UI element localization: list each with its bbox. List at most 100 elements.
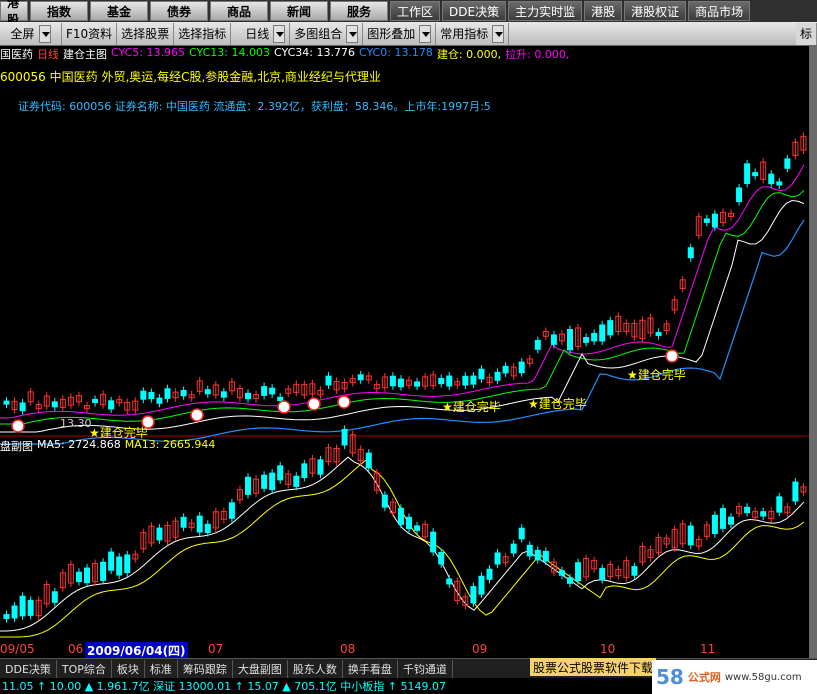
sub-candle-body [671,528,678,549]
bottom-tab[interactable]: 筹码跟踪 [178,659,233,678]
candle-body [333,380,340,391]
sub-candle-body [422,523,429,538]
sub-candle-body [188,522,195,528]
top-menu-item[interactable]: 港股 [584,1,623,21]
vertical-scrollbar[interactable] [809,46,817,658]
sub-candle-body [124,554,131,573]
candle-body [663,323,670,332]
candle-body [357,374,364,381]
candle-body [309,383,316,395]
chevron-down-icon[interactable] [273,24,286,43]
sub-candle-body [438,552,445,565]
candle-body [51,401,58,408]
sub-candle-body [381,494,388,508]
candle-body [607,320,614,336]
candle-body [156,397,163,404]
candle-body [510,366,517,377]
candle-body [438,377,445,385]
cyc13-line [0,190,805,425]
logo-text: 公式网 [687,671,721,684]
candle-body [591,332,598,342]
sub-candle-body [752,510,759,518]
top-menu-item[interactable]: 港股权证 [624,1,687,21]
sub-candle-body [245,476,251,495]
main-indicator-line: 国医药 日线 建仓主图 CYC5: 13.965 CYC13: 14.003 C… [0,46,569,61]
candle-body [406,379,412,386]
common-indicator-button[interactable]: 常用指标 [436,22,510,45]
candle-body [301,383,308,396]
candle-body [108,400,115,410]
bottom-tab[interactable]: 大盘副图 [233,659,288,678]
sub-candle-body [3,614,10,620]
candle-body [502,365,509,374]
sub-candle-body [204,523,211,534]
sub-candle-body [196,515,203,533]
chevron-down-icon[interactable] [419,24,432,43]
candle-body [365,375,372,381]
cyc34-line [0,199,805,433]
candle-body [655,331,662,337]
candle-body [558,333,565,342]
top-menu-item[interactable]: 商品市场 [688,1,751,21]
candle-body [373,384,380,390]
sub-candle-body [655,536,662,554]
sub-candle-body [164,524,171,542]
sub-candle-body [728,516,734,525]
top-menu-item[interactable]: 港股 [0,0,28,27]
sub-candle-body [550,561,557,573]
top-menu-item[interactable]: 指数 [30,1,88,21]
bottom-tab[interactable]: 千钧通道 [398,659,453,678]
candle-body [615,315,622,332]
top-menu-item[interactable]: 新闻 [270,1,328,21]
sub-candle-body [100,561,107,581]
top-menu-item[interactable]: 基金 [90,1,148,21]
sub-candle-body [349,434,356,454]
overlay-button[interactable]: 图形叠加 [363,22,437,45]
sub-candle-body [389,501,396,514]
top-menu-item[interactable]: 工作区 [390,1,441,21]
period-select[interactable]: 日线 [231,22,291,45]
top-menu-item[interactable]: DDE决策 [442,1,507,21]
top-menu-item[interactable]: 商品 [210,1,268,21]
candle-body [277,396,284,402]
f10-button[interactable]: F10资料 [62,22,118,45]
candle-body [381,376,388,389]
sub-candle-body [736,506,743,514]
candle-body [478,368,485,380]
bottom-tab[interactable]: DDE决策 [0,659,57,678]
chevron-down-icon[interactable] [38,24,51,43]
cyc0-value: CYC0: 13.178 [358,46,433,59]
sub-candle-body [631,566,638,576]
bottom-tab[interactable]: TOP综合 [57,659,112,678]
candle-body [124,401,131,411]
sub-candle-body [768,510,775,520]
chevron-down-icon[interactable] [492,24,505,43]
ad-banner[interactable]: 股票公式股票软件下载 [530,658,657,676]
chevron-down-icon[interactable] [346,24,359,43]
sub-candle-body [510,543,517,554]
select-indicator-button[interactable]: 选择指标 [174,22,232,45]
top-menu-item[interactable]: 主力实时监 [508,1,583,21]
multi-chart-button[interactable]: 多图组合 [290,22,364,45]
candle-body [75,395,82,403]
sub-candle-body [575,562,582,582]
bottom-tab[interactable]: 板块 [112,659,145,678]
bottom-tab[interactable]: 股东人数 [288,659,343,678]
candle-body [486,376,493,383]
sub-candle-body [502,556,509,564]
date-label: 09/05 [0,642,35,656]
fullscreen-label: 全屏 [10,27,35,41]
right-tab-button[interactable]: 标 [795,22,817,45]
bottom-tab[interactable]: 换手看盘 [343,659,398,678]
kline-chart[interactable] [0,0,809,640]
fullscreen-button[interactable]: 全屏 [0,22,62,45]
sub-candle-body [470,586,477,604]
top-menu-item[interactable]: 债券 [150,1,208,21]
period-label: 日线 [245,27,270,41]
top-menu-item[interactable]: 服务 [330,1,388,21]
candle-body [220,391,227,398]
sub-candle-body [116,556,123,576]
bottom-tab[interactable]: 标准 [145,659,178,678]
candle-body [389,375,396,387]
select-stock-button[interactable]: 选择股票 [117,22,175,45]
